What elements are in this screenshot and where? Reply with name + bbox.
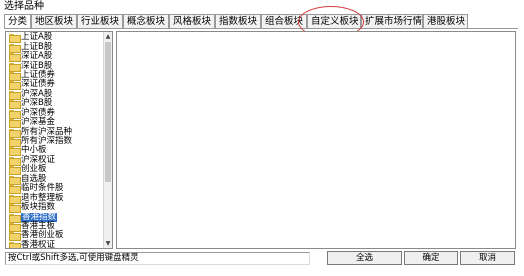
list-item[interactable]: 香港权证 (6, 239, 104, 249)
window-title: 选择品种 (4, 1, 44, 12)
folder-icon (9, 109, 21, 119)
list-item[interactable]: 沪深B股 (6, 98, 104, 110)
folder-icon (9, 53, 21, 63)
tab-8[interactable]: 扩展市场行情 (361, 14, 423, 29)
list-item-label: 板块指数 (21, 202, 56, 213)
list-item[interactable]: 退市整理板 (6, 193, 104, 204)
list-item[interactable]: 沪深债券 (6, 108, 104, 119)
scroll-down-arrow-icon[interactable]: ▼ (104, 239, 112, 248)
tab-4[interactable]: 风格板块 (169, 14, 215, 29)
folder-icon (9, 175, 21, 185)
folder-icon (9, 71, 21, 81)
list-item[interactable]: 沪深A股 (6, 89, 104, 100)
status-hint: 按Ctrl或Shift多选,可使用键盘精灵 (5, 252, 310, 265)
folder-icon (9, 90, 21, 100)
tab-strip-baseline (4, 28, 518, 29)
folder-icon (9, 100, 21, 110)
list-item[interactable]: 香港创业板 (6, 231, 104, 242)
scroll-up-arrow-icon[interactable]: ▲ (104, 32, 112, 41)
folder-icon (9, 232, 21, 242)
list-item[interactable]: 沪深基金 (6, 117, 104, 129)
list-item[interactable]: 上证债券 (6, 70, 104, 81)
list-item[interactable]: 深证B股 (6, 61, 104, 72)
folder-icon (9, 34, 21, 44)
folder-icon (9, 185, 21, 195)
tab-5[interactable]: 指数板块 (215, 14, 261, 29)
folder-icon (9, 138, 21, 148)
tab-9[interactable]: 港股板块 (423, 14, 468, 29)
category-list-panel: 上证A股 上证B股 深证A股 深证B股 上证债券 深证债券 沪深A股 沪深B股 沪深债券 沪深基金… (5, 31, 113, 249)
stock-list-panel[interactable] (116, 31, 516, 249)
list-item[interactable]: 上证B股 (6, 42, 104, 53)
list-item[interactable]: 深证A股 (6, 51, 104, 63)
folder-icon (9, 204, 21, 214)
list-item-label: 沪深B股 (21, 98, 53, 109)
list-item[interactable]: 深证债券 (6, 80, 104, 91)
list-item-label: 临时条件股 (21, 183, 64, 194)
list-item-label: 深证A股 (21, 51, 53, 62)
list-item[interactable]: 香港指数 (6, 212, 104, 223)
folder-icon (9, 222, 21, 232)
folder-icon (9, 147, 21, 157)
folder-icon (9, 62, 21, 72)
list-item-label: 创业板 (21, 164, 47, 175)
tab-0[interactable]: 分类 (4, 14, 31, 29)
list-item-label: 沪深基金 (21, 117, 56, 128)
category-list: 上证A股 上证B股 深证A股 深证B股 上证债券 深证债券 沪深A股 沪深B股 沪深债券 沪深基金… (6, 32, 104, 249)
folder-icon (9, 119, 21, 129)
tab-3[interactable]: 概念板块 (123, 14, 169, 29)
list-item[interactable]: 中小板 (6, 146, 104, 157)
folder-icon (9, 43, 21, 53)
folder-icon (9, 194, 21, 204)
tab-2[interactable]: 行业板块 (77, 14, 123, 29)
folder-icon (9, 128, 21, 138)
list-scrollbar[interactable]: ▲ ▼ (103, 32, 112, 248)
folder-icon (9, 166, 21, 176)
ok-button[interactable]: 确定 (404, 251, 458, 265)
list-item[interactable]: 板块指数 (6, 202, 104, 214)
folder-icon (9, 241, 21, 248)
folder-icon (9, 156, 21, 166)
list-item-label: 香港权证 (21, 239, 56, 249)
list-item[interactable]: 上证A股 (6, 32, 104, 44)
list-item[interactable]: 创业板 (6, 164, 104, 176)
list-item[interactable]: 沪深权证 (6, 155, 104, 166)
folder-icon (9, 81, 21, 91)
tab-7[interactable]: 自定义板块 (307, 14, 361, 29)
window-titlebar: 选择品种 (0, 0, 524, 14)
tab-1[interactable]: 地区板块 (31, 14, 77, 29)
select-all-button[interactable]: 全选 (327, 251, 402, 265)
list-item[interactable]: 所有沪深指数 (6, 137, 104, 148)
folder-icon (9, 213, 21, 223)
scroll-thumb[interactable] (105, 42, 111, 182)
bottom-bar: 按Ctrl或Shift多选,可使用键盘精灵 全选 确定 取消 (0, 250, 524, 276)
tab-6[interactable]: 组合板块 (261, 14, 307, 29)
cancel-button[interactable]: 取消 (460, 251, 515, 265)
tab-strip: 分类 地区板块 行业板块 概念板块 风格板块 指数板块 组合板块 自定义板块 扩展市场行情 港股板… (4, 14, 468, 29)
list-item-label: 上证A股 (21, 32, 53, 43)
